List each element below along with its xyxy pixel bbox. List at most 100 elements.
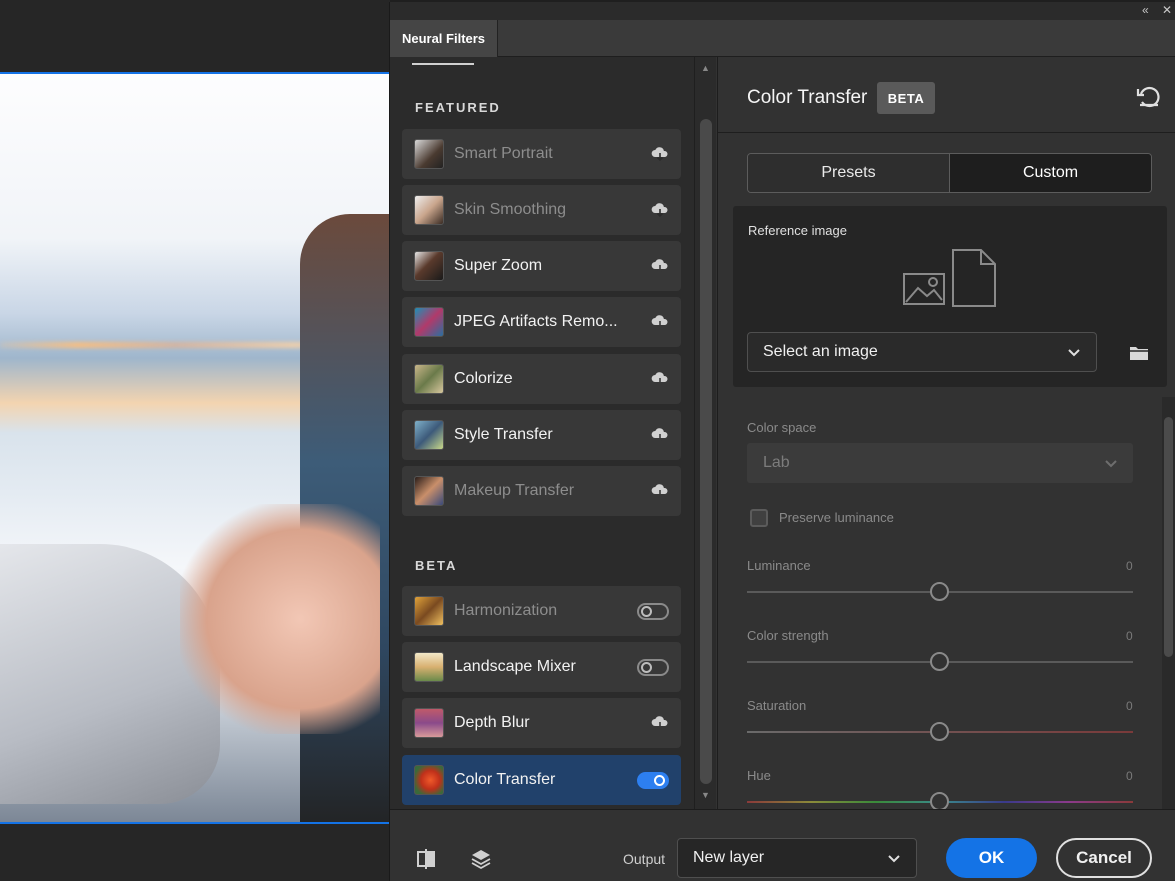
beta-badge: BETA bbox=[877, 82, 935, 114]
color-strength-value: 0 bbox=[1126, 629, 1133, 643]
filter-item-harmonization[interactable]: Harmonization bbox=[402, 586, 681, 636]
output-select-value: New layer bbox=[693, 849, 765, 866]
filter-item-style-transfer[interactable]: Style Transfer bbox=[402, 410, 681, 460]
settings-divider bbox=[718, 132, 1175, 133]
tab-presets[interactable]: Presets bbox=[748, 154, 949, 192]
depth-blur-thumbnail bbox=[414, 708, 444, 738]
preserve-luminance-label: Preserve luminance bbox=[779, 510, 894, 525]
filter-item-label: JPEG Artifacts Remo... bbox=[454, 313, 618, 330]
color-space-value: Lab bbox=[763, 454, 790, 471]
filter-item-label: Smart Portrait bbox=[454, 145, 553, 162]
ok-button[interactable]: OK bbox=[946, 838, 1037, 878]
compare-view-icon[interactable] bbox=[415, 848, 437, 870]
reference-image-select-value: Select an image bbox=[763, 343, 878, 360]
luminance-value: 0 bbox=[1126, 559, 1133, 573]
color-transfer-thumbnail bbox=[414, 765, 444, 795]
tab-neural-filters[interactable]: Neural Filters bbox=[390, 20, 498, 57]
mode-segmented-control: Presets Custom bbox=[747, 153, 1152, 193]
output-select[interactable]: New layer bbox=[677, 838, 917, 878]
photoshop-workspace: « ✕ Neural Filters FEATURED Smart Portra… bbox=[0, 0, 1175, 881]
file-placeholder-icon bbox=[952, 249, 996, 307]
cloud-download-icon[interactable] bbox=[649, 143, 671, 165]
saturation-value: 0 bbox=[1126, 699, 1133, 713]
reference-image-label: Reference image bbox=[748, 223, 847, 238]
beta-heading: BETA bbox=[415, 558, 458, 573]
filter-list-scrollbar[interactable]: ▲ ▼ bbox=[694, 57, 716, 809]
toggle-knob bbox=[654, 774, 665, 786]
scrollbar-thumb[interactable] bbox=[700, 119, 712, 784]
featured-heading: FEATURED bbox=[415, 100, 501, 115]
filter-item-makeup-transfer[interactable]: Makeup Transfer bbox=[402, 466, 681, 516]
filter-item-skin-smoothing[interactable]: Skin Smoothing bbox=[402, 185, 681, 235]
scrollbar-thumb[interactable] bbox=[1164, 417, 1173, 657]
landscape-mixer-thumbnail bbox=[414, 652, 444, 682]
color-strength-slider-handle[interactable] bbox=[930, 652, 949, 671]
filter-item-label: Skin Smoothing bbox=[454, 201, 567, 218]
saturation-slider-handle[interactable] bbox=[930, 722, 949, 741]
list-header-underline bbox=[412, 63, 474, 65]
scroll-up-icon[interactable]: ▲ bbox=[701, 63, 710, 73]
dialog-footer: Output New layer OK Cancel bbox=[390, 809, 1175, 881]
document-photo[interactable] bbox=[0, 72, 390, 824]
tab-custom[interactable]: Custom bbox=[949, 154, 1151, 192]
filter-item-label: Super Zoom bbox=[454, 257, 543, 274]
filter-item-label: Depth Blur bbox=[454, 714, 530, 731]
skin-smoothing-thumbnail bbox=[414, 195, 444, 225]
cloud-download-icon[interactable] bbox=[649, 712, 671, 734]
colorize-thumbnail bbox=[414, 364, 444, 394]
hue-value: 0 bbox=[1126, 769, 1133, 783]
filter-item-label: Colorize bbox=[454, 370, 513, 387]
super-zoom-thumbnail bbox=[414, 251, 444, 281]
cloud-download-icon[interactable] bbox=[649, 255, 671, 277]
chevron-down-icon bbox=[888, 855, 900, 863]
folder-icon[interactable] bbox=[1129, 345, 1149, 361]
filter-item-label: Style Transfer bbox=[454, 426, 553, 443]
dialog-title-strip: « ✕ bbox=[390, 2, 1175, 20]
cloud-download-icon[interactable] bbox=[649, 480, 671, 502]
cancel-button[interactable]: Cancel bbox=[1056, 838, 1152, 878]
color-transfer-toggle[interactable] bbox=[637, 771, 669, 789]
document-canvas bbox=[0, 0, 390, 881]
neural-filters-dialog: « ✕ Neural Filters FEATURED Smart Portra… bbox=[389, 2, 1175, 881]
filter-item-jpeg-artifacts[interactable]: JPEG Artifacts Remo... bbox=[402, 297, 681, 347]
landscape-mixer-toggle[interactable] bbox=[637, 658, 669, 676]
filter-item-landscape-mixer[interactable]: Landscape Mixer bbox=[402, 642, 681, 692]
color-space-label: Color space bbox=[747, 420, 817, 435]
harmonization-toggle[interactable] bbox=[637, 602, 669, 620]
reference-image-box: Reference image Select an image bbox=[733, 206, 1167, 387]
collapse-icon[interactable]: « bbox=[1142, 3, 1149, 17]
filter-item-depth-blur[interactable]: Depth Blur bbox=[402, 698, 681, 748]
close-icon[interactable]: ✕ bbox=[1162, 3, 1172, 17]
cloud-download-icon[interactable] bbox=[649, 311, 671, 333]
smart-portrait-thumbnail bbox=[414, 139, 444, 169]
color-space-select[interactable]: Lab bbox=[747, 443, 1133, 483]
panel-tab-bar: Neural Filters bbox=[390, 20, 1175, 57]
layers-icon[interactable] bbox=[470, 848, 492, 870]
makeup-transfer-thumbnail bbox=[414, 476, 444, 506]
toggle-knob bbox=[641, 661, 652, 673]
cloud-download-icon[interactable] bbox=[649, 199, 671, 221]
chevron-down-icon bbox=[1105, 460, 1117, 468]
filter-list-panel: FEATURED Smart Portrait Skin Smoothing S… bbox=[390, 57, 716, 809]
filter-item-colorize[interactable]: Colorize bbox=[402, 354, 681, 404]
cloud-download-icon[interactable] bbox=[649, 368, 671, 390]
filter-settings-panel: Color Transfer BETA Presets Custom Refer… bbox=[717, 57, 1175, 811]
luminance-slider-handle[interactable] bbox=[930, 582, 949, 601]
reset-icon[interactable] bbox=[1136, 85, 1162, 109]
harmonization-thumbnail bbox=[414, 596, 444, 626]
filter-item-color-transfer[interactable]: Color Transfer bbox=[402, 755, 681, 805]
filter-item-label: Color Transfer bbox=[454, 771, 556, 788]
style-transfer-thumbnail bbox=[414, 420, 444, 450]
filter-item-super-zoom[interactable]: Super Zoom bbox=[402, 241, 681, 291]
scroll-down-icon[interactable]: ▼ bbox=[701, 790, 710, 800]
toggle-knob bbox=[641, 605, 652, 617]
photo-hands bbox=[180, 504, 380, 734]
filter-item-label: Harmonization bbox=[454, 602, 558, 619]
reference-image-select[interactable]: Select an image bbox=[747, 332, 1097, 372]
preserve-luminance-checkbox[interactable] bbox=[750, 509, 768, 527]
cloud-download-icon[interactable] bbox=[649, 424, 671, 446]
reference-placeholder bbox=[903, 248, 1003, 308]
chevron-down-icon bbox=[1068, 349, 1080, 357]
settings-scrollbar[interactable] bbox=[1162, 397, 1175, 809]
filter-item-smart-portrait[interactable]: Smart Portrait bbox=[402, 129, 681, 179]
